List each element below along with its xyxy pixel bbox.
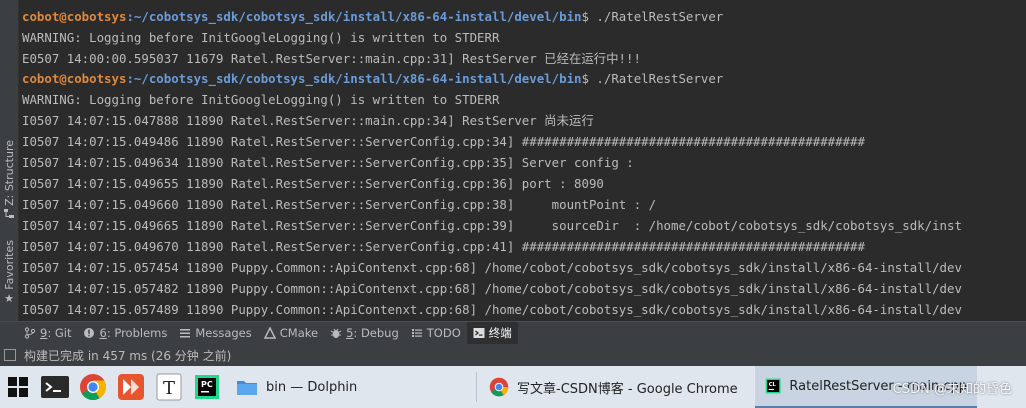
terminal-line: I0507 14:07:15.049660 11890 Ratel.RestSe… [22, 197, 657, 212]
ide-window: Z: Structure Favorites ★ cobot@cobotsys:… [0, 0, 1026, 366]
tab-terminal[interactable]: 终端 [466, 322, 518, 344]
prompt-path: :~/cobotsys_sdk/cobotsys_sdk/install/x86… [126, 9, 582, 24]
typora-icon: T [156, 373, 182, 401]
tab-todo-label: TODO [426, 326, 461, 340]
task-dolphin-label: bin — Dolphin [266, 379, 358, 395]
pycharm-launcher[interactable]: PC [188, 366, 226, 408]
tab-messages[interactable]: Messages [173, 322, 257, 344]
pycharm-icon: PC [195, 375, 219, 399]
terminal-line: I0507 14:07:15.047888 11890 Ratel.RestSe… [22, 113, 594, 128]
prompt-path: :~/cobotsys_sdk/cobotsys_sdk/install/x86… [126, 71, 582, 86]
chrome-icon [80, 374, 107, 401]
terminal-line: I0507 14:07:15.049634 11890 Ratel.RestSe… [22, 155, 634, 170]
terminal-line: I0507 14:07:15.049486 11890 Ratel.RestSe… [22, 134, 865, 149]
terminal-output[interactable]: cobot@cobotsys:~/cobotsys_sdk/cobotsys_s… [19, 0, 1026, 321]
todo-icon [411, 327, 423, 339]
prompt-command: $ ./RatelRestServer [581, 9, 724, 24]
terminal-line: I0507 14:07:15.057482 11890 Puppy.Common… [22, 281, 962, 296]
side-tab-structure-label: Z: Structure [2, 140, 16, 206]
svg-text:PC: PC [201, 380, 213, 389]
terminal-icon [473, 327, 485, 339]
tool-window-bar: 9: Git 6: Problems Messages CMake 5: Deb… [0, 321, 1026, 344]
terminal-line: I0507 14:07:15.049670 11890 Ratel.RestSe… [22, 239, 865, 254]
tab-debug-label: : Debug [353, 326, 399, 340]
tab-terminal-label: 终端 [488, 326, 512, 340]
side-tab-favorites-label: Favorites [2, 240, 16, 290]
terminal-line: I0507 14:07:15.049665 11890 Ratel.RestSe… [22, 218, 962, 233]
status-bar: 构建已完成 in 457 ms (26 分钟 之前) [0, 344, 1026, 366]
status-toggle-icon[interactable] [4, 349, 16, 361]
terminal-line: I0507 14:07:15.057489 11890 Puppy.Common… [22, 302, 962, 317]
windows-logo-icon [8, 377, 28, 397]
side-tab-favorites[interactable]: Favorites ★ [0, 240, 18, 304]
svg-text:T: T [163, 378, 175, 399]
chrome-launcher[interactable] [74, 366, 112, 408]
bug-icon [330, 327, 342, 339]
chrome-icon [489, 377, 509, 397]
terminal-launcher[interactable] [36, 366, 74, 408]
terminal-line: E0507 14:00:00.595037 11679 Ratel.RestSe… [22, 51, 641, 66]
media-player-icon [118, 374, 144, 400]
typora-launcher[interactable]: T [150, 366, 188, 408]
tab-messages-label: Messages [195, 326, 252, 340]
task-clion-label: RatelRestServer - main.cpp [789, 378, 967, 394]
problems-icon [83, 327, 95, 339]
dolphin-folder-icon [237, 381, 257, 395]
prompt-command: $ ./RatelRestServer [581, 71, 724, 86]
media-player-launcher[interactable] [112, 366, 150, 408]
terminal-line: I0507 14:07:15.049655 11890 Ratel.RestSe… [22, 176, 604, 191]
task-chrome[interactable]: 写文章-CSDN博客 - Google Chrome [479, 366, 755, 408]
terminal-line-prompt: cobot@cobotsys:~/cobotsys_sdk/cobotsys_s… [22, 6, 723, 27]
clion-icon: CL [765, 378, 781, 394]
terminal-line-prompt: cobot@cobotsys:~/cobotsys_sdk/cobotsys_s… [22, 68, 723, 89]
console-icon [41, 376, 69, 398]
task-clion[interactable]: CL RatelRestServer - main.cpp [755, 366, 977, 408]
left-tool-strip: Z: Structure Favorites ★ [0, 0, 19, 321]
tab-cmake[interactable]: CMake [258, 322, 324, 344]
side-tab-structure[interactable]: Z: Structure [0, 140, 18, 221]
taskbar: T PC bin — Dolphin 写文章-CSDN博客 - Google C… [0, 366, 1026, 408]
status-message: 构建已完成 in 457 ms (26 分钟 之前) [24, 348, 232, 363]
svg-text:CL: CL [769, 382, 777, 388]
tab-problems[interactable]: 6: Problems [77, 322, 173, 344]
messages-icon [179, 327, 191, 339]
tab-problems-label: : Problems [106, 326, 168, 340]
task-chrome-label: 写文章-CSDN博客 - Google Chrome [517, 381, 738, 397]
terminal-line: WARNING: Logging before InitGoogleLoggin… [22, 30, 500, 45]
prompt-user: cobot@cobotsys [22, 9, 127, 24]
tab-cmake-label: CMake [279, 326, 319, 340]
tab-problems-number: 6 [99, 326, 107, 340]
terminal-line: WARNING: Logging before InitGoogleLoggin… [22, 92, 500, 107]
terminal-line: I0507 14:07:15.057454 11890 Puppy.Common… [22, 260, 962, 275]
task-dolphin[interactable]: bin — Dolphin [226, 366, 474, 408]
tab-todo[interactable]: TODO [405, 322, 467, 344]
structure-icon [4, 208, 14, 221]
cmake-icon [263, 326, 276, 339]
star-icon: ★ [4, 291, 14, 305]
git-branch-icon [24, 327, 36, 339]
tab-git-label: : Git [47, 326, 72, 340]
tab-git[interactable]: 9: Git [0, 322, 77, 344]
prompt-user: cobot@cobotsys [22, 71, 127, 86]
taskbar-separator [476, 372, 477, 402]
tab-debug[interactable]: 5: Debug [324, 322, 405, 344]
start-button[interactable] [0, 366, 36, 408]
